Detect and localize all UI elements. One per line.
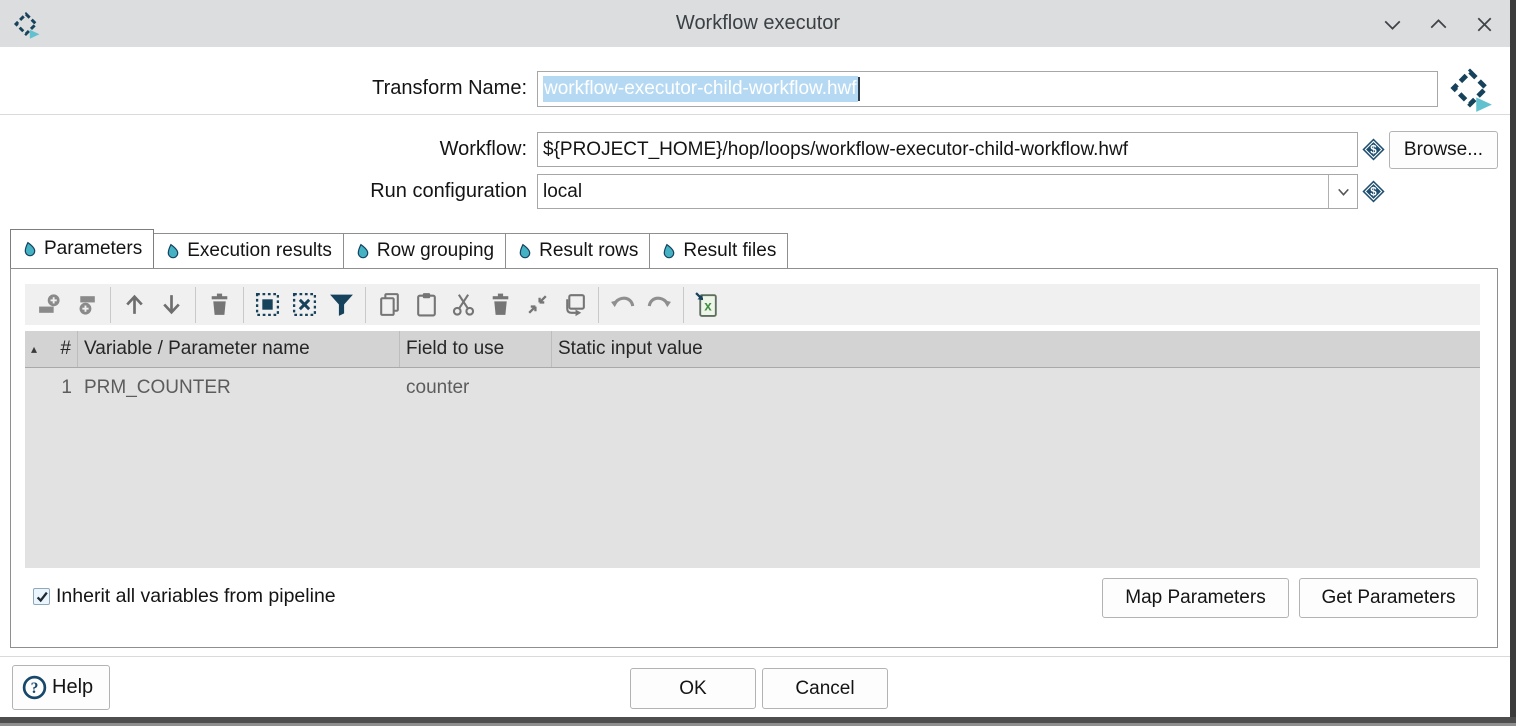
toolbar-separator (110, 287, 111, 323)
header-separator (0, 114, 1516, 115)
clear-rows-icon[interactable] (201, 287, 238, 323)
tab-parameters[interactable]: Parameters (10, 229, 154, 268)
toolbar-separator (243, 287, 244, 323)
tab-label: Row grouping (377, 240, 494, 262)
run-config-variable-icon[interactable] (1361, 179, 1386, 209)
move-rows-down-icon[interactable] (153, 287, 190, 323)
clear-selection-icon[interactable] (286, 287, 323, 323)
close-icon[interactable] (1470, 10, 1498, 38)
toolbar-separator (195, 287, 196, 323)
redo-icon[interactable] (641, 287, 678, 323)
tab-bar: Parameters Execution results Row groupin… (10, 230, 787, 268)
delete-selected-icon[interactable] (482, 287, 519, 323)
map-parameters-button[interactable]: Map Parameters (1102, 578, 1289, 618)
copy-rows-loop-icon[interactable] (556, 287, 593, 323)
copy-to-clipboard-icon[interactable] (371, 287, 408, 323)
hop-drop-icon (661, 243, 676, 259)
transform-name-selected-text: workflow-executor-child-workflow.hwf (543, 76, 858, 102)
toolbar-separator (365, 287, 366, 323)
hop-drop-icon (165, 243, 180, 259)
tab-execution-results[interactable]: Execution results (153, 233, 344, 268)
help-button-label: Help (52, 676, 93, 699)
sort-ascending-icon: ▴ (31, 342, 37, 356)
hop-drop-icon (355, 243, 370, 259)
tab-label: Execution results (187, 240, 332, 262)
inherit-variables-row: Inherit all variables from pipeline (33, 585, 408, 608)
tab-label: Result rows (539, 240, 638, 262)
workflow-filename-input[interactable]: ${PROJECT_HOME}/hop/loops/workflow-execu… (537, 132, 1358, 167)
svg-text:?: ? (31, 680, 39, 697)
column-header-field-to-use[interactable]: Field to use (400, 331, 552, 367)
filter-rows-icon[interactable] (323, 287, 360, 323)
export-to-excel-icon[interactable]: x (689, 287, 726, 323)
table-header-row: ▴ # Variable / Parameter name Field to u… (25, 331, 1480, 368)
collapse-selection-icon[interactable] (519, 287, 556, 323)
move-rows-up-icon[interactable] (116, 287, 153, 323)
paste-from-clipboard-icon[interactable] (408, 287, 445, 323)
tab-result-files[interactable]: Result files (649, 233, 788, 268)
cancel-button[interactable]: Cancel (762, 668, 888, 709)
table-toolbar: x (25, 284, 1480, 325)
run-configuration-label: Run configuration (0, 180, 527, 203)
maximize-icon[interactable] (1424, 10, 1452, 38)
workflow-variable-icon[interactable] (1361, 137, 1386, 167)
tab-result-rows[interactable]: Result rows (505, 233, 650, 268)
tab-label: Parameters (44, 238, 142, 260)
text-caret (858, 77, 860, 101)
help-icon: ? (21, 674, 48, 701)
workflow-label: Workflow: (0, 138, 527, 161)
run-configuration-combo[interactable]: local (537, 174, 1358, 209)
undo-icon[interactable] (604, 287, 641, 323)
table-body[interactable]: 1 PRM_COUNTER counter (25, 368, 1480, 568)
column-header-static-input-value[interactable]: Static input value (552, 331, 1480, 367)
select-all-rows-icon[interactable] (249, 287, 286, 323)
chevron-down-icon (1338, 189, 1348, 194)
workflow-executor-dialog: Workflow executor Transform Name: workfl… (0, 0, 1516, 726)
inherit-variables-checkbox[interactable] (33, 588, 50, 605)
hop-drop-icon (22, 241, 37, 257)
window-bottom-edge (0, 717, 1516, 726)
tab-label: Result files (683, 240, 776, 262)
row-number-cell[interactable]: 1 (25, 368, 78, 408)
transform-name-label: Transform Name: (0, 77, 527, 100)
browse-button[interactable]: Browse... (1389, 131, 1498, 169)
toolbar-separator (598, 287, 599, 323)
inherit-variables-label: Inherit all variables from pipeline (56, 585, 408, 608)
titlebar: Workflow executor (0, 0, 1516, 47)
workflow-filename-value: ${PROJECT_HOME}/hop/loops/workflow-execu… (543, 139, 1128, 161)
static-input-value-cell[interactable] (552, 368, 1480, 408)
column-header-variable-name[interactable]: Variable / Parameter name (78, 331, 400, 367)
toolbar-separator (683, 287, 684, 323)
svg-text:x: x (704, 299, 712, 314)
minimize-icon[interactable] (1378, 10, 1406, 38)
workflow-executor-icon (1444, 62, 1496, 119)
checkmark-icon (37, 592, 46, 600)
insert-row-before-icon[interactable] (31, 287, 68, 323)
hop-drop-icon (517, 243, 532, 259)
parameters-table: ▴ # Variable / Parameter name Field to u… (25, 331, 1480, 568)
window-title: Workflow executor (0, 12, 1516, 35)
window-right-edge (1510, 0, 1516, 726)
table-row[interactable]: 1 PRM_COUNTER counter (25, 368, 1480, 408)
combo-dropdown-button[interactable] (1328, 175, 1357, 208)
run-configuration-value: local (543, 181, 582, 203)
help-button[interactable]: ? Help (12, 665, 110, 710)
ok-button[interactable]: OK (630, 668, 756, 709)
footer-separator (0, 656, 1516, 657)
cut-selected-icon[interactable] (445, 287, 482, 323)
column-header-number[interactable]: ▴ # (25, 331, 78, 367)
field-to-use-cell[interactable]: counter (400, 368, 552, 408)
tab-row-grouping[interactable]: Row grouping (343, 233, 506, 268)
get-parameters-button[interactable]: Get Parameters (1299, 578, 1478, 618)
variable-name-cell[interactable]: PRM_COUNTER (78, 368, 400, 408)
transform-name-input[interactable]: workflow-executor-child-workflow.hwf (537, 71, 1438, 107)
insert-row-after-icon[interactable] (68, 287, 105, 323)
